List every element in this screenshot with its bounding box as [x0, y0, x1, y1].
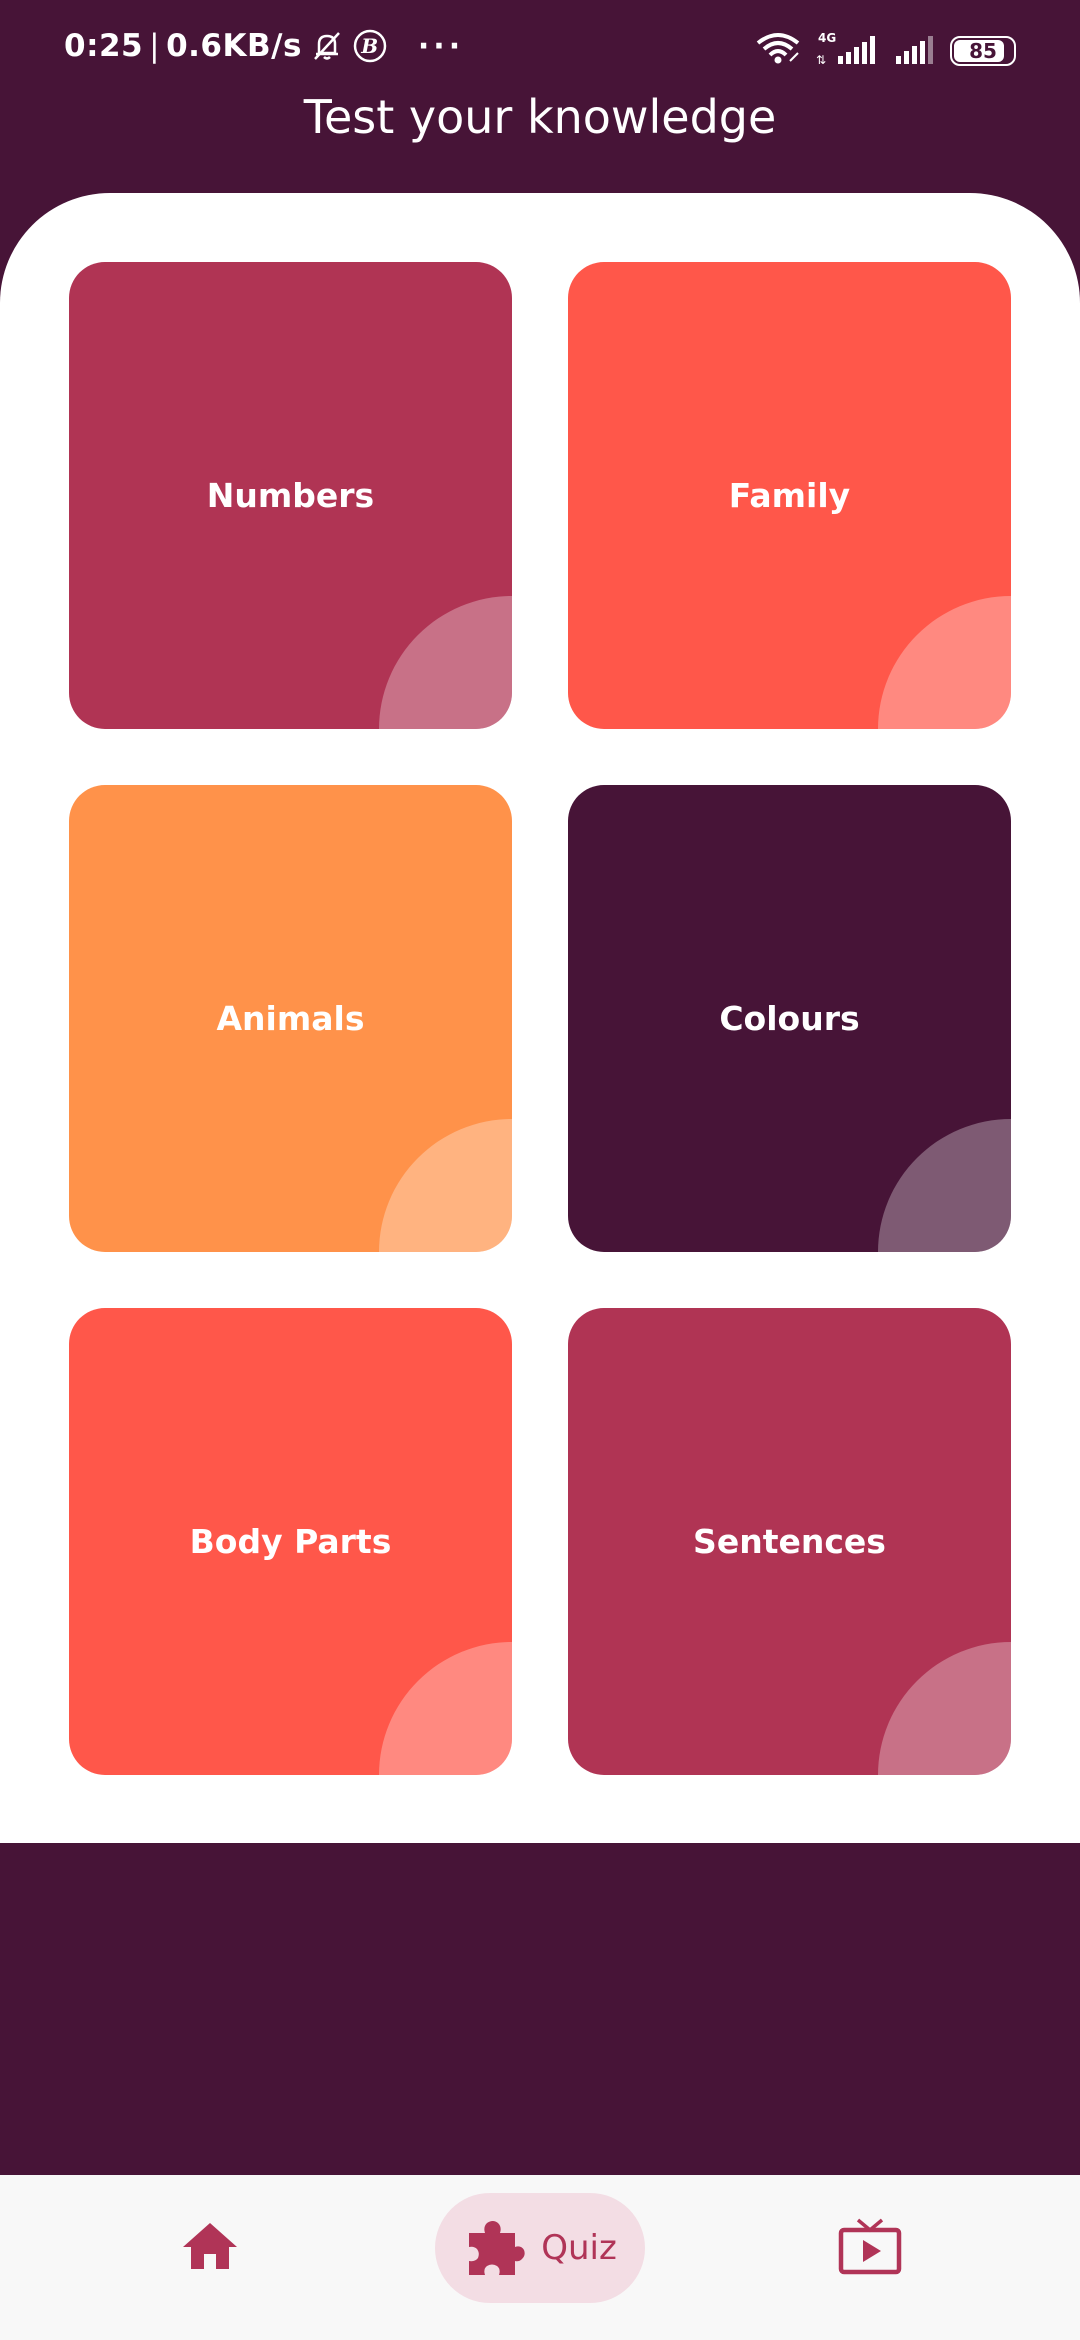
category-label: Colours	[719, 999, 860, 1038]
status-time: 0:25	[64, 28, 144, 64]
nav-quiz-button[interactable]: Quiz	[435, 2193, 645, 2303]
signal-icon	[894, 30, 936, 71]
category-label: Body Parts	[189, 1522, 392, 1561]
puzzle-icon	[463, 2215, 525, 2282]
signal-4g-icon: 4G ⇅	[816, 30, 880, 71]
home-icon	[180, 2220, 240, 2277]
card-decoration	[878, 1119, 1011, 1252]
card-decoration	[379, 1119, 512, 1252]
battery-level: 85	[969, 38, 997, 63]
network-speed: 0.6KB/s	[166, 28, 302, 64]
wifi-icon	[754, 31, 802, 70]
category-card-sentences[interactable]: Sentences	[568, 1308, 1011, 1775]
svg-text:⇅: ⇅	[816, 53, 826, 66]
category-card-numbers[interactable]: Numbers	[69, 262, 512, 729]
category-card-colours[interactable]: Colours	[568, 785, 1011, 1252]
tv-icon	[838, 2216, 902, 2281]
status-left: 0:25 | 0.6KB/s B ···	[64, 28, 464, 64]
status-separator: |	[149, 28, 161, 64]
nav-video-button[interactable]	[820, 2193, 920, 2303]
nav-home-button[interactable]	[160, 2193, 260, 2303]
b-circle-icon: B	[352, 28, 388, 64]
card-decoration	[379, 596, 512, 729]
svg-text:B: B	[360, 34, 378, 58]
category-label: Numbers	[206, 476, 375, 515]
status-bar: 0:25 | 0.6KB/s B ··· 4G ⇅ 85	[0, 0, 1080, 100]
battery-indicator: 85	[950, 35, 1016, 66]
card-decoration	[878, 596, 1011, 729]
svg-text:4G: 4G	[818, 31, 836, 45]
bottom-navigation: Quiz	[0, 2175, 1080, 2340]
category-label: Sentences	[693, 1522, 886, 1561]
page-title: Test your knowledge	[303, 90, 777, 144]
category-label: Family	[728, 476, 851, 515]
category-panel: Numbers Family Animals Colours Body Part…	[0, 193, 1080, 1843]
category-card-family[interactable]: Family	[568, 262, 1011, 729]
card-decoration	[379, 1642, 512, 1775]
more-notifications-icon: ···	[417, 28, 465, 64]
mute-bell-icon	[310, 29, 344, 63]
category-label: Animals	[216, 999, 365, 1038]
category-card-body-parts[interactable]: Body Parts	[69, 1308, 512, 1775]
status-right: 4G ⇅ 85	[754, 30, 1016, 71]
nav-quiz-label: Quiz	[541, 2228, 617, 2268]
card-decoration	[878, 1642, 1011, 1775]
category-card-animals[interactable]: Animals	[69, 785, 512, 1252]
